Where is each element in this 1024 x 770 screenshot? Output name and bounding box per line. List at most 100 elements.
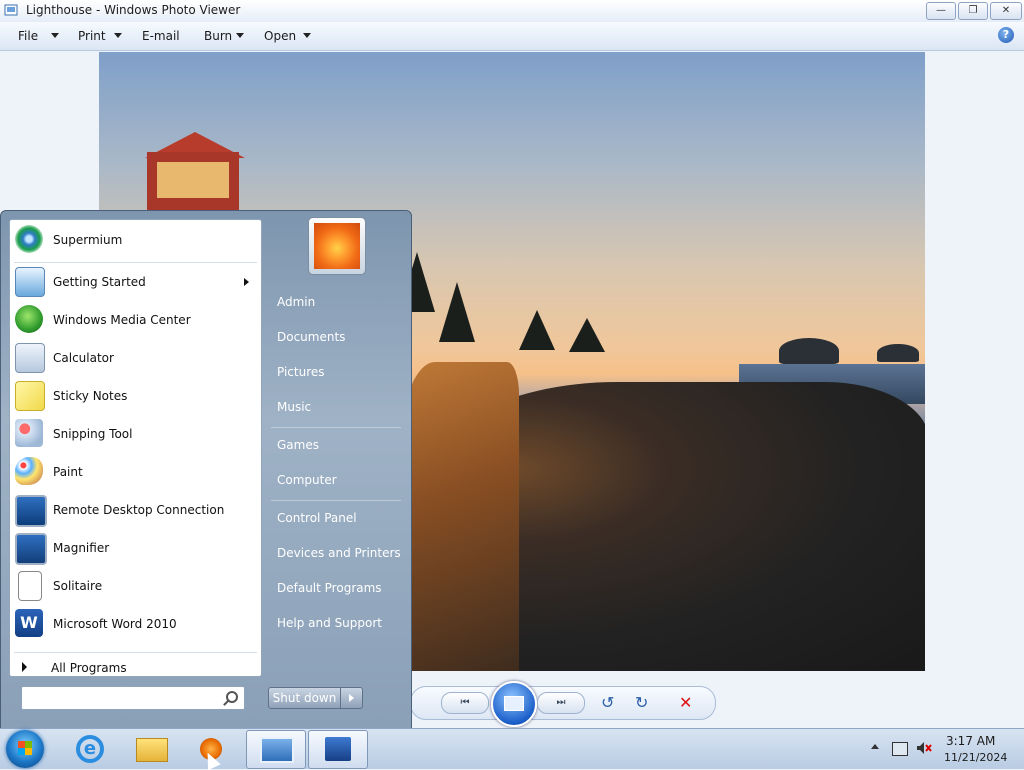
next-button[interactable]: ⏭ (537, 692, 585, 714)
program-getting-started[interactable]: Getting Started (10, 264, 261, 300)
calculator-icon (15, 343, 45, 373)
burn-menu[interactable]: Burn (204, 29, 232, 43)
print-caret-icon[interactable] (114, 33, 122, 38)
divider (14, 262, 257, 263)
link-help-and-support[interactable]: Help and Support (277, 616, 382, 630)
sunlit-rock (399, 362, 519, 671)
network-icon[interactable] (892, 742, 908, 756)
island (877, 344, 919, 362)
open-menu[interactable]: Open (264, 29, 296, 43)
divider (271, 427, 401, 428)
program-label: Microsoft Word 2010 (53, 617, 177, 631)
show-hidden-icons-icon[interactable] (871, 744, 879, 749)
clock-time[interactable]: 3:17 AM (946, 734, 995, 748)
taskbar-internet-explorer[interactable]: e (62, 730, 120, 767)
link-default-programs[interactable]: Default Programs (277, 581, 382, 595)
shutdown-options-arrow-icon[interactable] (340, 687, 363, 709)
link-pictures[interactable]: Pictures (277, 365, 325, 379)
program-supermium[interactable]: Supermium (10, 222, 261, 258)
program-label: Supermium (53, 233, 123, 247)
link-computer[interactable]: Computer (277, 473, 337, 487)
program-label: Paint (53, 465, 83, 479)
program-label: Magnifier (53, 541, 110, 555)
lighthouse-glass (157, 162, 229, 198)
program-label: Remote Desktop Connection (53, 503, 225, 517)
previous-button[interactable]: ⏮ (441, 692, 489, 714)
all-programs-link[interactable]: All Programs (51, 661, 127, 675)
link-documents[interactable]: Documents (277, 330, 345, 344)
program-label: Snipping Tool (53, 427, 133, 441)
program-snipping-tool[interactable]: Snipping Tool (10, 416, 261, 452)
island (779, 338, 839, 364)
volume-muted-icon[interactable] (916, 741, 932, 755)
getting-started-icon (15, 267, 45, 297)
program-calculator[interactable]: Calculator (10, 340, 261, 376)
media-center-icon (15, 305, 43, 333)
program-label: Windows Media Center (53, 313, 191, 327)
program-label: Calculator (53, 351, 114, 365)
close-button[interactable]: ✕ (990, 2, 1022, 20)
taskbar: e 3:17 AM 11/21/2024 (0, 728, 1024, 769)
word-icon: W (15, 609, 43, 637)
start-menu: Supermium Getting Started Windows Media … (0, 210, 412, 730)
title-bar: Lighthouse - Windows Photo Viewer — ❐ ✕ (0, 0, 1024, 23)
window-title: Lighthouse - Windows Photo Viewer (26, 3, 241, 17)
folder-icon (136, 738, 168, 762)
link-control-panel[interactable]: Control Panel (277, 511, 357, 525)
program-paint[interactable]: Paint (10, 454, 261, 490)
file-caret-icon[interactable] (51, 33, 59, 38)
slideshow-button[interactable] (491, 681, 537, 727)
program-solitaire[interactable]: Solitaire (10, 568, 261, 604)
magnifier-icon (15, 533, 47, 565)
taskbar-app[interactable] (308, 730, 368, 769)
windows-logo-icon-lower (18, 748, 32, 755)
submenu-arrow-icon (244, 278, 249, 286)
remote-desktop-icon (15, 495, 47, 527)
command-bar: File Print E-mail Burn Open ? (0, 22, 1024, 51)
sticky-notes-icon (15, 381, 45, 411)
link-music[interactable]: Music (277, 400, 311, 414)
program-label: Sticky Notes (53, 389, 128, 403)
tree-silhouette (569, 318, 605, 352)
rotate-counterclockwise-icon[interactable]: ↺ (601, 693, 614, 712)
supermium-icon (15, 225, 43, 253)
email-button[interactable]: E-mail (142, 29, 180, 43)
tree-silhouette (519, 310, 555, 350)
program-microsoft-word[interactable]: W Microsoft Word 2010 (10, 606, 261, 642)
link-admin[interactable]: Admin (277, 295, 315, 309)
program-windows-media-center[interactable]: Windows Media Center (10, 302, 261, 338)
file-menu[interactable]: File (18, 29, 38, 43)
program-magnifier[interactable]: Magnifier (10, 530, 261, 566)
search-icon[interactable] (226, 691, 238, 703)
link-devices-and-printers[interactable]: Devices and Printers (277, 546, 401, 560)
delete-icon[interactable]: ✕ (679, 693, 692, 712)
program-sticky-notes[interactable]: Sticky Notes (10, 378, 261, 414)
burn-caret-icon[interactable] (236, 33, 244, 38)
help-icon[interactable]: ? (998, 27, 1014, 43)
paint-icon (15, 457, 43, 485)
clock-date[interactable]: 11/21/2024 (944, 751, 1007, 764)
divider (271, 500, 401, 501)
shutdown-button[interactable]: Shut down (268, 687, 341, 709)
program-remote-desktop[interactable]: Remote Desktop Connection (10, 492, 261, 528)
tree-silhouette (439, 282, 475, 342)
app-icon (325, 737, 351, 761)
photo-viewer-icon (4, 3, 18, 17)
minimize-button[interactable]: — (926, 2, 956, 20)
taskbar-file-explorer[interactable] (122, 730, 180, 767)
flower-avatar-image (314, 223, 360, 269)
programs-pane: Supermium Getting Started Windows Media … (9, 219, 262, 677)
print-menu[interactable]: Print (78, 29, 106, 43)
user-avatar[interactable] (308, 217, 366, 275)
divider (14, 652, 257, 653)
start-search-input[interactable] (21, 686, 245, 710)
all-programs-arrow-icon[interactable] (22, 662, 27, 672)
link-games[interactable]: Games (277, 438, 319, 452)
viewer-control-bar: ⏮ ⏭ ↺ ↻ ✕ (410, 681, 716, 727)
start-button[interactable] (6, 730, 44, 768)
restore-button[interactable]: ❐ (958, 2, 988, 20)
open-caret-icon[interactable] (303, 33, 311, 38)
rotate-clockwise-icon[interactable]: ↻ (635, 693, 648, 712)
taskbar-photo-viewer[interactable] (246, 730, 306, 769)
internet-explorer-icon: e (76, 735, 104, 763)
